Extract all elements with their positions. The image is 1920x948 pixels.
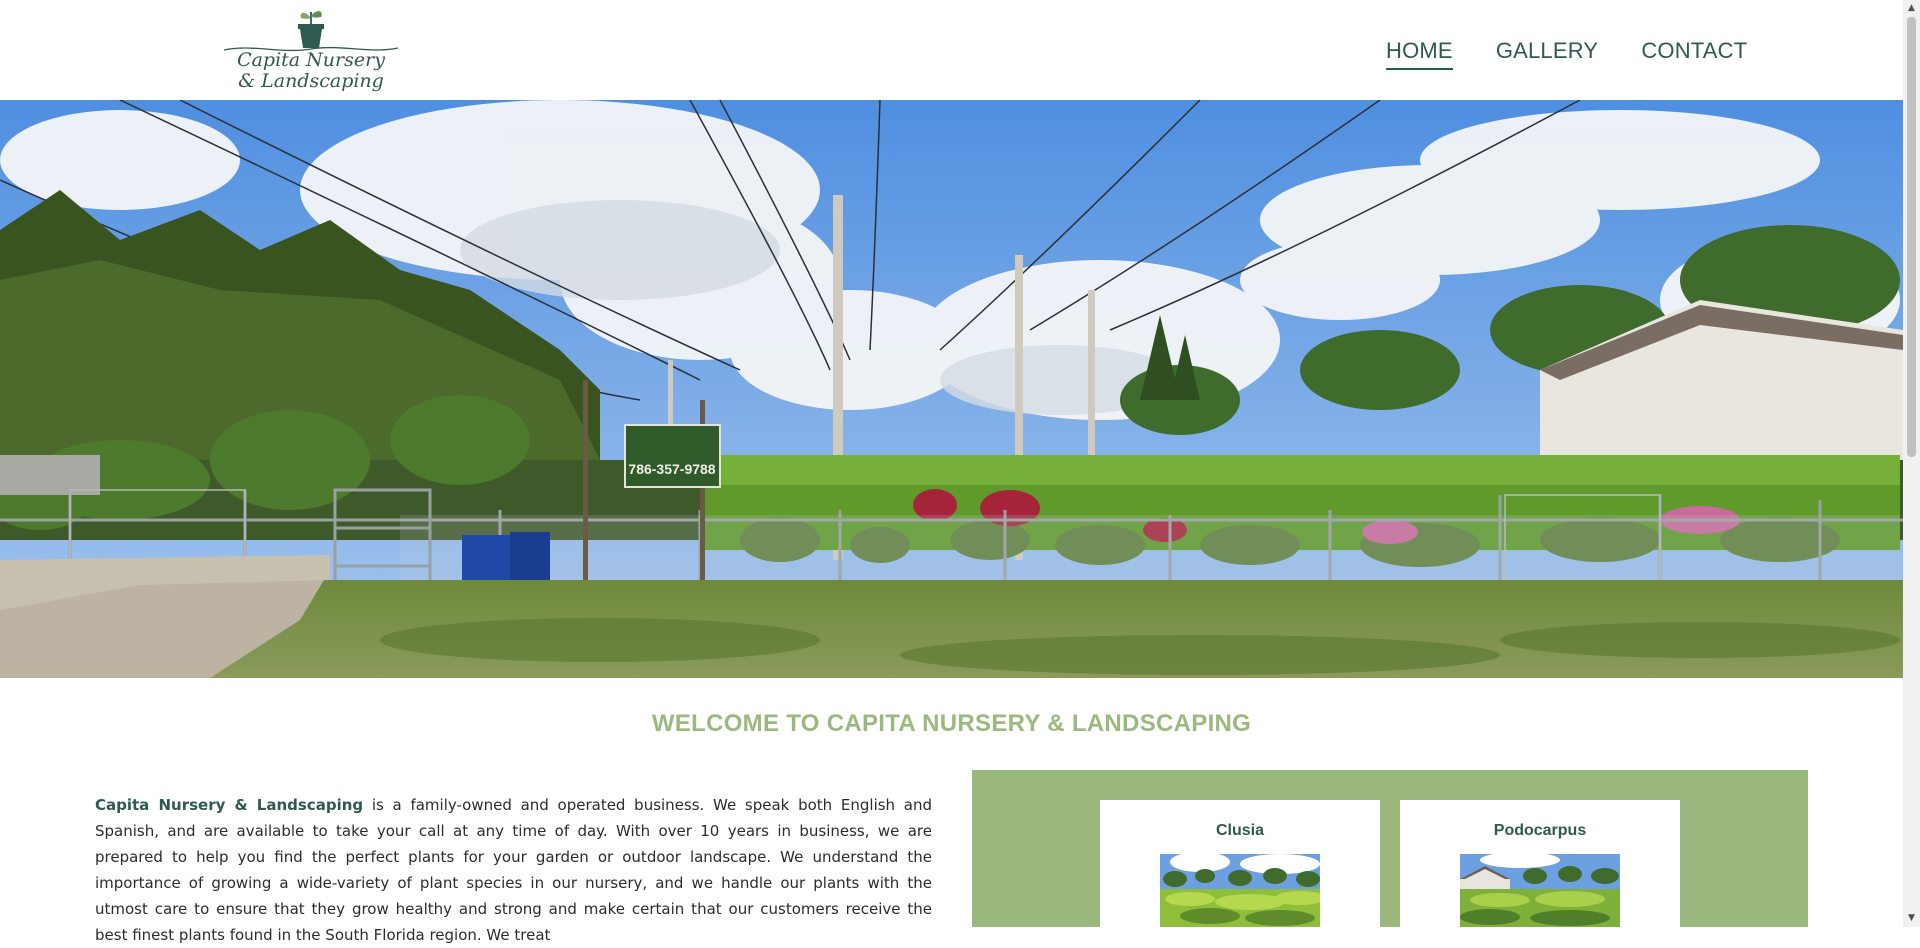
plant-card-clusia[interactable]: Clusia [1100, 800, 1380, 927]
plant-card-title: Clusia [1215, 822, 1264, 839]
logo[interactable]: Capita Nursery & Landscaping [222, 6, 400, 94]
nursery-photo: 786-357-9788 [0, 100, 1903, 678]
clusia-photo [1160, 854, 1320, 927]
plant-card-title: Podocarpus [1493, 822, 1587, 839]
main-nav: HOME GALLERY CONTACT [1386, 38, 1747, 70]
featured-plants-panel: Clusia Podocarpus [972, 770, 1808, 927]
scroll-down-arrow-icon[interactable]: ▼ [1903, 910, 1920, 927]
nav-gallery[interactable]: GALLERY [1496, 38, 1599, 70]
scroll-up-arrow-icon[interactable]: ▲ [1903, 0, 1920, 17]
podocarpus-photo [1460, 854, 1620, 927]
hero-image: 786-357-9788 [0, 100, 1903, 678]
nav-contact[interactable]: CONTACT [1641, 38, 1747, 70]
logo-line-2: & Landscaping [238, 70, 384, 92]
hero-sign-phone: 786-357-9788 [628, 461, 715, 477]
nav-home[interactable]: HOME [1386, 38, 1453, 70]
welcome-heading: WELCOME TO CAPITA NURSERY & LANDSCAPING [651, 710, 1252, 737]
page-scrollbar[interactable]: ▲ ▼ [1903, 0, 1920, 927]
plant-card-podocarpus[interactable]: Podocarpus [1400, 800, 1680, 927]
site-header: Capita Nursery & Landscaping HOME GALLER… [0, 0, 1903, 101]
about-paragraph: Capita Nursery & Landscaping is a family… [95, 792, 932, 948]
about-text: is a family-owned and operated business.… [95, 796, 932, 944]
plant-card-image [1460, 854, 1620, 927]
logo-text: Capita Nursery & Landscaping [222, 50, 400, 92]
about-company-name: Capita Nursery & Landscaping [95, 796, 364, 814]
scrollbar-thumb[interactable] [1907, 17, 1916, 457]
plant-card-image [1160, 854, 1320, 927]
logo-line-1: Capita Nursery [237, 49, 385, 71]
